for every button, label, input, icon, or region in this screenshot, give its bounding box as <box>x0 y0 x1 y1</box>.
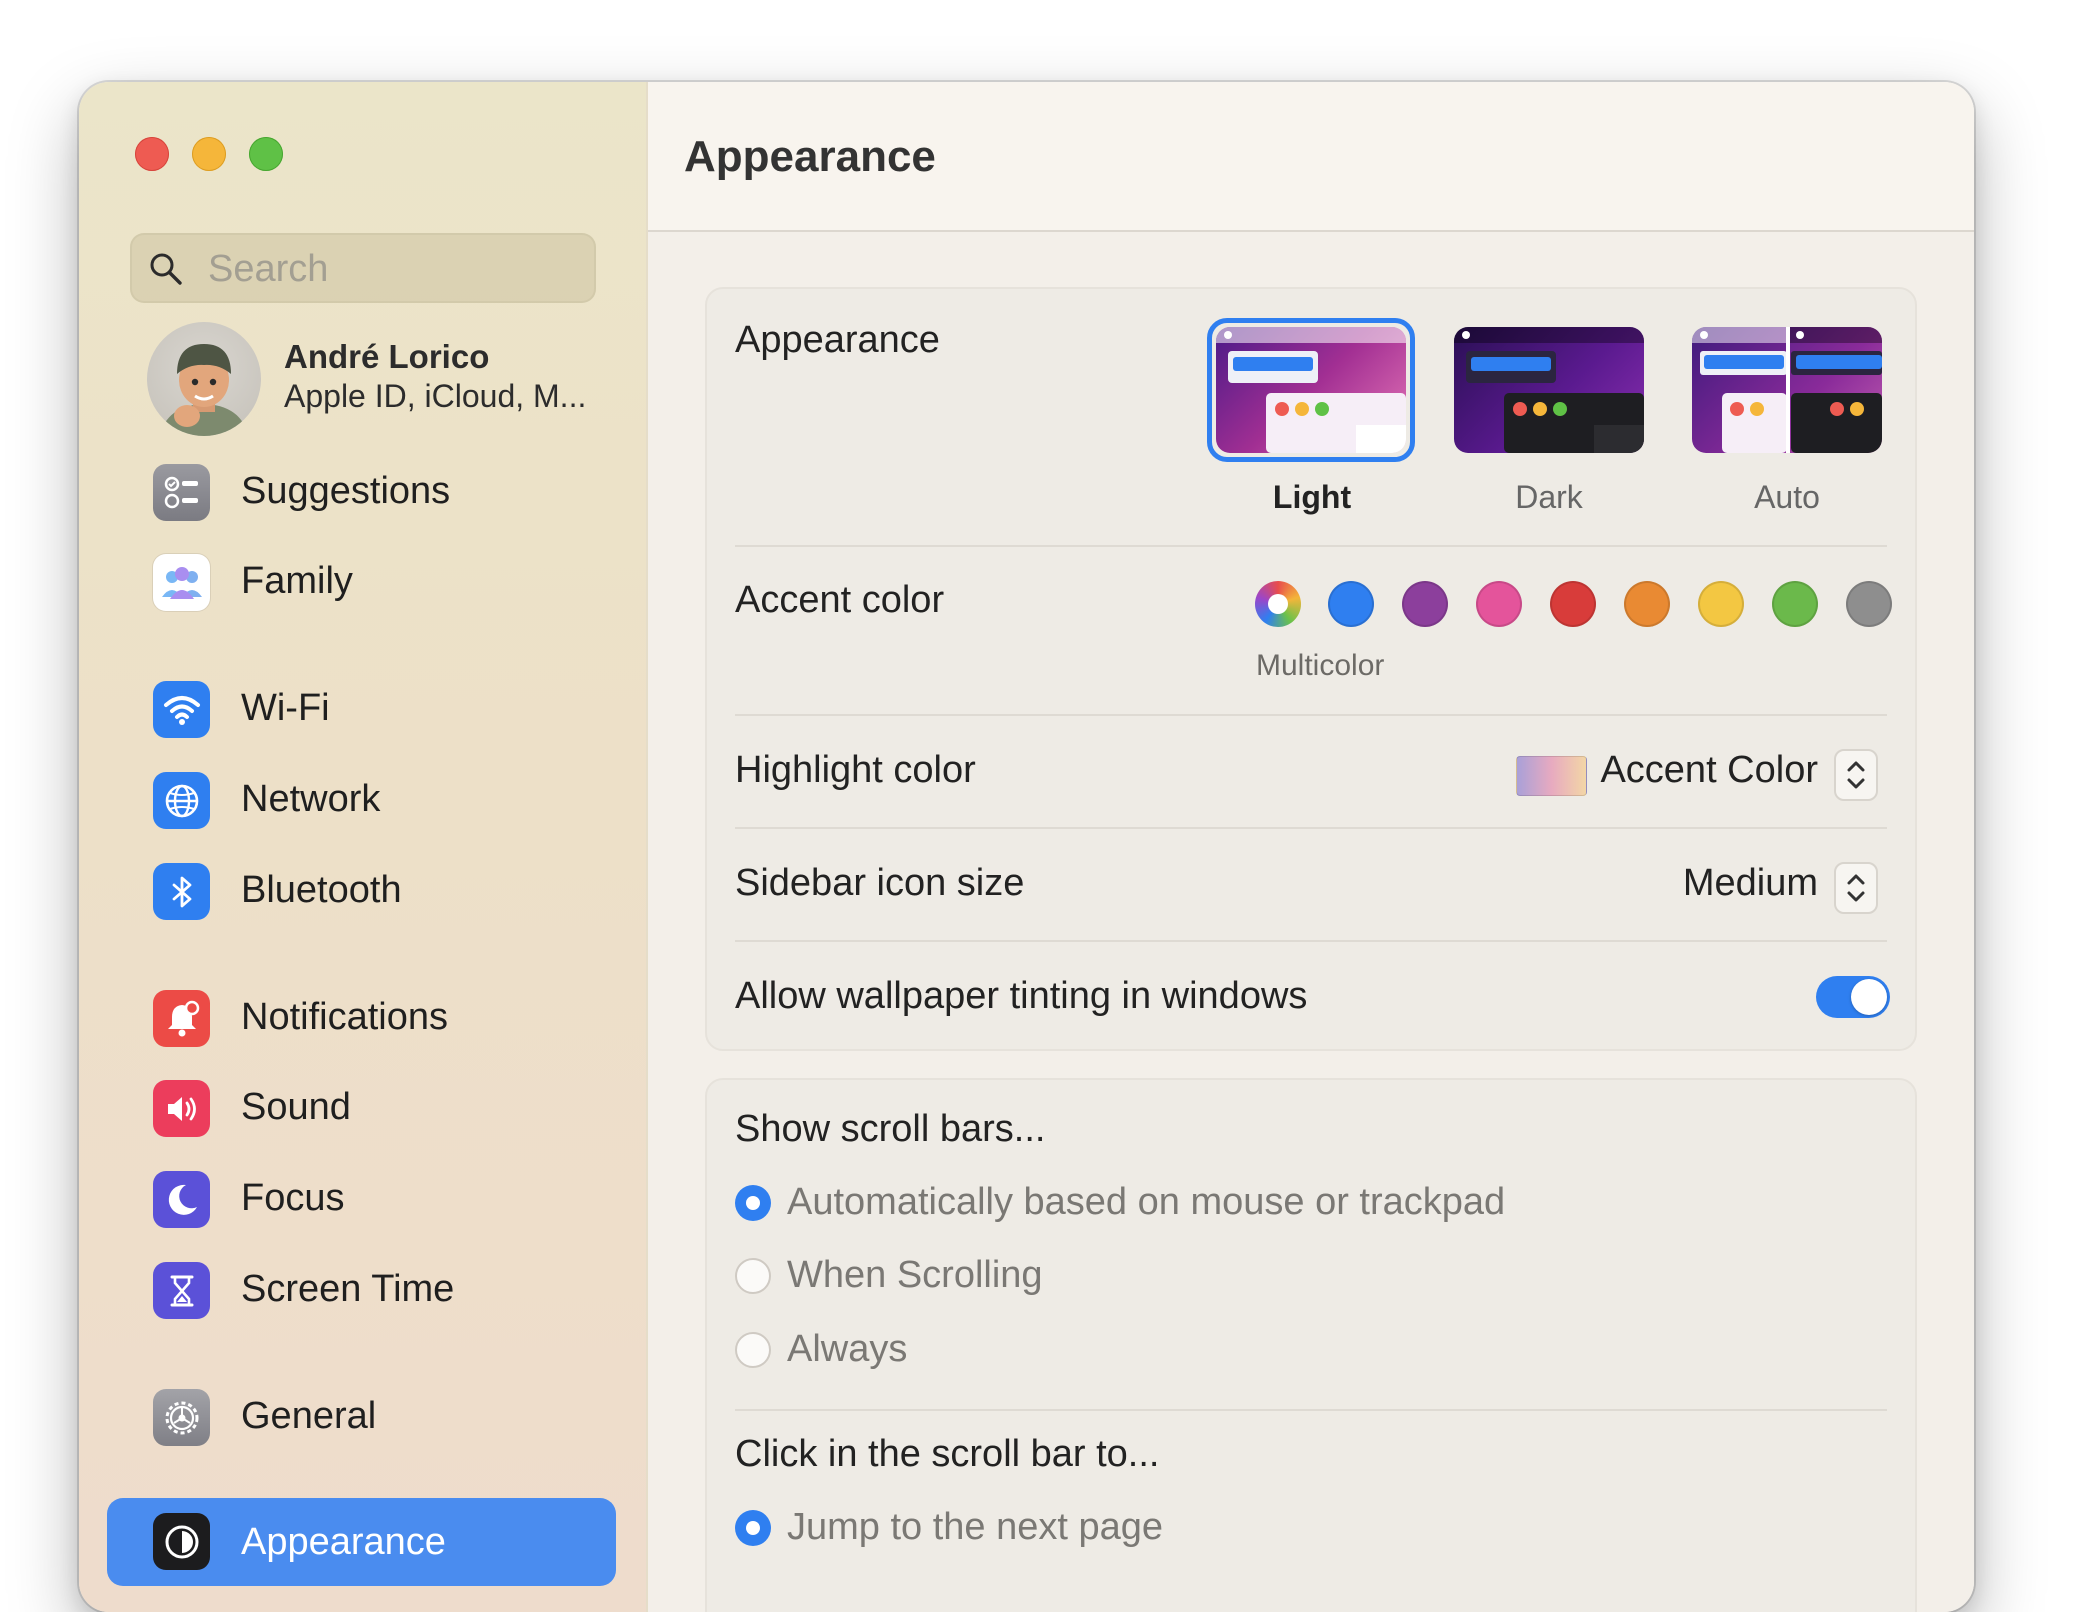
sidebar-item-bluetooth[interactable]: Bluetooth <box>105 850 615 930</box>
accent-swatch-green[interactable] <box>1772 581 1818 627</box>
scroll-bar-settings-card: Show scroll bars... Automatically based … <box>705 1078 1917 1612</box>
accent-swatch-yellow[interactable] <box>1698 581 1744 627</box>
accent-swatch-purple[interactable] <box>1402 581 1448 627</box>
selected-dot <box>1268 594 1288 614</box>
sidebar-item-suggestions[interactable]: Suggestions <box>105 451 615 531</box>
search-icon <box>150 253 182 285</box>
bluetooth-icon <box>153 863 210 920</box>
gear-icon <box>153 1389 210 1446</box>
profile-subtitle: Apple ID, iCloud, M... <box>284 378 587 414</box>
appearance-auto-option[interactable] <box>1692 327 1882 453</box>
sidebar: André Lorico Apple ID, iCloud, M... Sugg… <box>79 82 648 1612</box>
accent-swatch-blue[interactable] <box>1328 581 1374 627</box>
show-scroll-bars-label: Show scroll bars... <box>735 1108 1046 1150</box>
radio-scroll-when-scrolling-label[interactable]: When Scrolling <box>787 1254 1043 1297</box>
radio-scroll-always-label[interactable]: Always <box>787 1328 907 1371</box>
avatar <box>147 322 261 436</box>
radio-jump-next-page[interactable] <box>735 1510 771 1546</box>
highlight-color-swatch <box>1516 756 1587 796</box>
appearance-settings-card: Appearance Light Dark Auto Accent color … <box>705 287 1917 1051</box>
divider <box>735 714 1887 716</box>
accent-swatch-graphite[interactable] <box>1846 581 1892 627</box>
sidebar-item-label: Notifications <box>241 996 448 1038</box>
highlight-color-popup-button[interactable] <box>1834 749 1878 801</box>
sidebar-item-notifications[interactable]: Notifications <box>105 977 615 1057</box>
minimize-button[interactable] <box>192 137 226 171</box>
sidebar-item-label: Wi-Fi <box>241 687 330 729</box>
sidebar-item-label: Appearance <box>241 1521 446 1563</box>
settings-window: André Lorico Apple ID, iCloud, M... Sugg… <box>79 82 1974 1612</box>
wifi-icon <box>153 681 210 738</box>
sidebar-item-network[interactable]: Network <box>105 759 615 839</box>
bell-icon <box>153 990 210 1047</box>
family-icon <box>153 554 210 611</box>
accent-color-label: Accent color <box>735 579 945 621</box>
sidebar-item-focus[interactable]: Focus <box>105 1158 615 1238</box>
sidebar-item-general[interactable]: General <box>105 1376 615 1456</box>
sidebar-item-label: Suggestions <box>241 470 451 512</box>
page-title: Appearance <box>684 132 936 181</box>
appearance-light-option[interactable] <box>1216 327 1406 453</box>
apple-id-profile[interactable]: André Lorico Apple ID, iCloud, M... <box>147 322 607 436</box>
sidebar-item-label: Screen Time <box>241 1268 455 1310</box>
divider <box>735 940 1887 942</box>
toggle-knob <box>1851 979 1887 1015</box>
wallpaper-tinting-label: Allow wallpaper tinting in windows <box>735 975 1308 1017</box>
sidebar-icon-size-label: Sidebar icon size <box>735 862 1025 904</box>
sidebar-item-family[interactable]: Family <box>105 541 615 621</box>
sidebar-item-label: Family <box>241 560 353 602</box>
sidebar-item-label: Network <box>241 778 381 820</box>
divider <box>735 827 1887 829</box>
radio-jump-next-page-label[interactable]: Jump to the next page <box>787 1506 1163 1549</box>
profile-name: André Lorico <box>284 338 490 375</box>
main-pane: Appearance Appearance Light Dark Auto Ac… <box>648 82 1974 1612</box>
appearance-icon <box>153 1513 210 1570</box>
checklist-icon <box>153 464 210 521</box>
radio-scroll-auto[interactable] <box>735 1185 771 1221</box>
moon-icon <box>153 1171 210 1228</box>
divider <box>735 1409 1887 1411</box>
appearance-label: Appearance <box>735 319 940 361</box>
radio-scroll-auto-label[interactable]: Automatically based on mouse or trackpad <box>787 1181 1505 1224</box>
accent-swatch-pink[interactable] <box>1476 581 1522 627</box>
sidebar-item-label: Bluetooth <box>241 869 402 911</box>
radio-scroll-when-scrolling[interactable] <box>735 1258 771 1294</box>
speaker-icon <box>153 1080 210 1137</box>
globe-icon <box>153 772 210 829</box>
sidebar-item-sound[interactable]: Sound <box>105 1067 615 1147</box>
accent-selected-caption: Multicolor <box>1256 649 1385 682</box>
sidebar-icon-size-popup-button[interactable] <box>1834 862 1878 914</box>
appearance-dark-option[interactable] <box>1454 327 1644 453</box>
accent-swatch-red[interactable] <box>1550 581 1596 627</box>
appearance-light-label: Light <box>1272 479 1352 515</box>
accent-swatch-multicolor[interactable] <box>1255 581 1301 627</box>
wallpaper-tinting-toggle[interactable] <box>1816 976 1890 1018</box>
sidebar-item-label: General <box>241 1395 377 1437</box>
appearance-auto-label: Auto <box>1754 479 1820 515</box>
accent-swatch-orange[interactable] <box>1624 581 1670 627</box>
sidebar-icon-size-value[interactable]: Medium <box>1683 862 1818 905</box>
sidebar-item-appearance[interactable]: Appearance <box>107 1498 616 1586</box>
radio-scroll-always[interactable] <box>735 1332 771 1368</box>
zoom-button[interactable] <box>249 137 283 171</box>
sidebar-item-screen-time[interactable]: Screen Time <box>105 1249 615 1329</box>
sidebar-item-label: Sound <box>241 1086 351 1128</box>
close-button[interactable] <box>135 137 169 171</box>
chevron-updown-icon <box>1847 874 1865 902</box>
main-header: Appearance <box>648 82 1974 232</box>
sidebar-item-wifi[interactable]: Wi-Fi <box>105 668 615 748</box>
click-scroll-bar-label: Click in the scroll bar to... <box>735 1433 1160 1475</box>
hourglass-icon <box>153 1262 210 1319</box>
divider <box>735 545 1887 547</box>
search-input[interactable] <box>206 243 580 295</box>
highlight-color-label: Highlight color <box>735 749 976 791</box>
search-field[interactable] <box>130 233 596 303</box>
sidebar-item-label: Focus <box>241 1177 345 1219</box>
chevron-updown-icon <box>1847 761 1865 789</box>
appearance-dark-label: Dark <box>1515 479 1583 515</box>
highlight-color-value[interactable]: Accent Color <box>1600 749 1818 792</box>
